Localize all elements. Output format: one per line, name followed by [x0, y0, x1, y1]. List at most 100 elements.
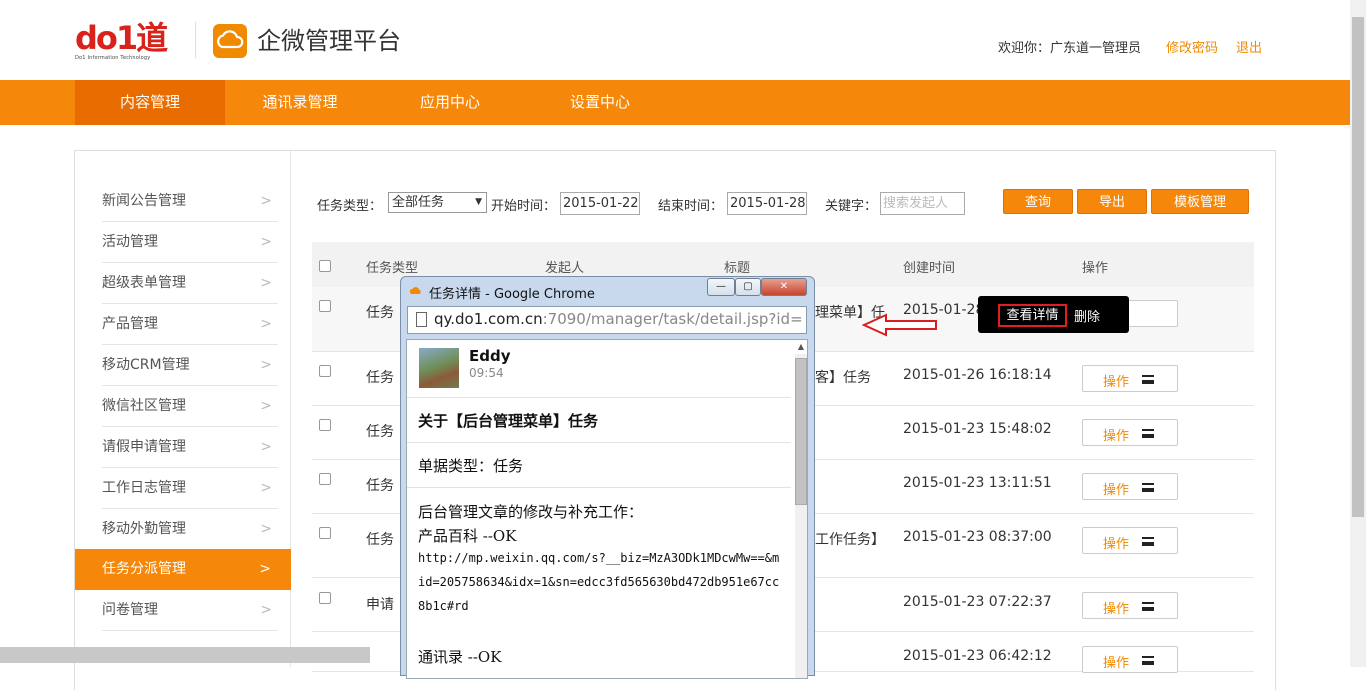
col-header-title: 标题 [724, 261, 751, 276]
task-type-value: 全部任务 [392, 195, 445, 210]
row-action-button[interactable]: 操作 [1082, 365, 1178, 392]
sidebar-item-label: 请假申请管理 [102, 439, 186, 455]
cloud-icon [213, 24, 247, 58]
menu-icon [1142, 602, 1154, 611]
delete-button[interactable]: 删除 [1074, 306, 1100, 325]
post-time: 09:54 [469, 366, 504, 380]
col-header-type: 任务类型 [366, 261, 419, 276]
sidebar-item-tasks[interactable]: 任务分派管理 > [75, 549, 291, 590]
logout-link[interactable]: 退出 [1236, 37, 1262, 56]
row-checkbox[interactable] [319, 419, 331, 431]
sidebar-item-label: 超级表单管理 [102, 275, 186, 291]
nav-item-apps[interactable]: 应用中心 [375, 80, 525, 125]
nav-item-settings[interactable]: 设置中心 [525, 80, 675, 125]
nav-item-contacts[interactable]: 通讯录管理 [225, 80, 375, 125]
action-label: 操作 [1103, 656, 1130, 671]
do1-logo[interactable]: do1道 Do1 Information Technology [75, 22, 187, 61]
end-time-input[interactable]: 2015-01-28 [727, 192, 807, 215]
menu-icon [1142, 483, 1154, 492]
sidebar-item-leave[interactable]: 请假申请管理 > [102, 427, 278, 468]
chevron-right-icon: > [260, 357, 272, 373]
col-header-action: 操作 [1082, 261, 1109, 276]
select-all-checkbox[interactable] [319, 260, 331, 272]
minimize-button[interactable]: — [707, 278, 735, 296]
row-title[interactable]: 工作任务】 [815, 529, 885, 549]
vertical-scrollbar-thumb[interactable] [1352, 17, 1364, 517]
header: do1道 Do1 Information Technology 企微管理平台 欢… [0, 0, 1366, 80]
keyword-label: 关键字： [825, 199, 878, 214]
action-label: 操作 [1103, 429, 1130, 444]
view-detail-button[interactable]: 查看详情 [998, 304, 1067, 327]
sidebar-item-community[interactable]: 微信社区管理 > [102, 386, 278, 427]
task-type-select[interactable]: 全部任务 ▼ [388, 192, 487, 213]
red-arrow-annotation [862, 313, 937, 337]
template-button[interactable]: 模板管理 [1151, 189, 1249, 214]
row-created: 2015-01-23 15:48:02 [903, 421, 1052, 437]
row-created: 2015-01-23 06:42:12 [903, 648, 1052, 664]
sidebar-item-activity[interactable]: 活动管理 > [102, 222, 278, 263]
task-title: 关于【后台管理菜单】任务 [418, 412, 599, 430]
sidebar-item-worklog[interactable]: 工作日志管理 > [102, 468, 278, 509]
query-button[interactable]: 查询 [1003, 189, 1073, 214]
row-title[interactable]: 客】任务 [815, 367, 871, 387]
sidebar-item-label: 移动CRM管理 [102, 357, 190, 373]
row-action-button[interactable]: 操作 [1082, 473, 1178, 500]
row-checkbox[interactable] [319, 473, 331, 485]
horizontal-scrollbar-thumb[interactable] [0, 647, 370, 663]
body-url[interactable]: http://mp.weixin.qq.com/s?__biz=MzA3ODk1… [418, 546, 783, 618]
row-checkbox[interactable] [319, 300, 331, 312]
chevron-right-icon: > [260, 439, 272, 455]
sidebar-item-label: 任务分派管理 [102, 561, 186, 577]
keyword-input[interactable]: 搜索发起人 [880, 192, 965, 215]
divider [407, 442, 791, 443]
row-action-button[interactable]: 操作 [1082, 646, 1178, 673]
close-button[interactable]: ✕ [761, 278, 807, 296]
header-divider [195, 22, 196, 58]
row-type: 任务 [366, 424, 394, 440]
body-line: 通讯录 --OK [418, 648, 502, 666]
scrollbar-thumb[interactable] [795, 358, 807, 505]
url-host: qy.do1.com.cn [434, 310, 543, 328]
sidebar: 新闻公告管理 > 活动管理 > 超级表单管理 > 产品管理 > 移动CRM管理 > 微信社… [75, 151, 291, 667]
export-button[interactable]: 导出 [1077, 189, 1147, 214]
sidebar-item-survey[interactable]: 问卷管理 > [102, 590, 278, 631]
row-type: 任务 [366, 532, 394, 548]
sidebar-item-label: 产品管理 [102, 316, 158, 332]
change-password-link[interactable]: 修改密码 [1166, 37, 1218, 56]
menu-icon [1142, 375, 1154, 384]
url-path: :7090/manager/task/detail.jsp?id= [542, 310, 803, 328]
chrome-popup-window: 任务详情 - Google Chrome — ▢ ✕ qy.do1.com.cn… [400, 276, 815, 679]
nav-item-content[interactable]: 内容管理 [75, 80, 225, 125]
chevron-right-icon: > [260, 275, 272, 291]
row-checkbox[interactable] [319, 592, 331, 604]
window-title: 任务详情 - Google Chrome [429, 287, 595, 302]
maximize-button[interactable]: ▢ [735, 278, 761, 296]
row-action-button[interactable]: 操作 [1082, 592, 1178, 619]
row-action-button[interactable]: 操作 [1082, 419, 1178, 446]
row-action-button[interactable]: 操作 [1082, 527, 1178, 554]
sidebar-item-forms[interactable]: 超级表单管理 > [102, 263, 278, 304]
sidebar-item-label: 新闻公告管理 [102, 193, 186, 209]
action-label: 操作 [1103, 483, 1130, 498]
scroll-up-arrow-icon[interactable]: ▲ [795, 342, 807, 354]
sidebar-item-crm[interactable]: 移动CRM管理 > [102, 345, 278, 386]
row-created: 2015-01-23 13:11:51 [903, 475, 1052, 491]
sidebar-item-products[interactable]: 产品管理 > [102, 304, 278, 345]
row-checkbox[interactable] [319, 527, 331, 539]
row-action-button[interactable] [1125, 300, 1178, 327]
chevron-right-icon: > [259, 561, 271, 577]
row-type: 任务 [366, 305, 394, 321]
row-checkbox[interactable] [319, 365, 331, 377]
chevron-right-icon: > [260, 602, 272, 618]
app-title: 企微管理平台 [257, 27, 401, 55]
sidebar-item-news[interactable]: 新闻公告管理 > [102, 181, 278, 222]
row-type: 任务 [366, 370, 394, 386]
action-label: 操作 [1103, 537, 1130, 552]
body-line: 后台管理文章的修改与补充工作： [418, 503, 644, 521]
row-type: 任务 [366, 478, 394, 494]
sidebar-item-field[interactable]: 移动外勤管理 > [102, 509, 278, 550]
start-time-input[interactable]: 2015-01-22 [560, 192, 640, 215]
url-bar[interactable]: qy.do1.com.cn:7090/manager/task/detail.j… [407, 306, 807, 334]
logo-subtitle: Do1 Information Technology [75, 55, 151, 61]
menu-icon [1142, 537, 1154, 546]
